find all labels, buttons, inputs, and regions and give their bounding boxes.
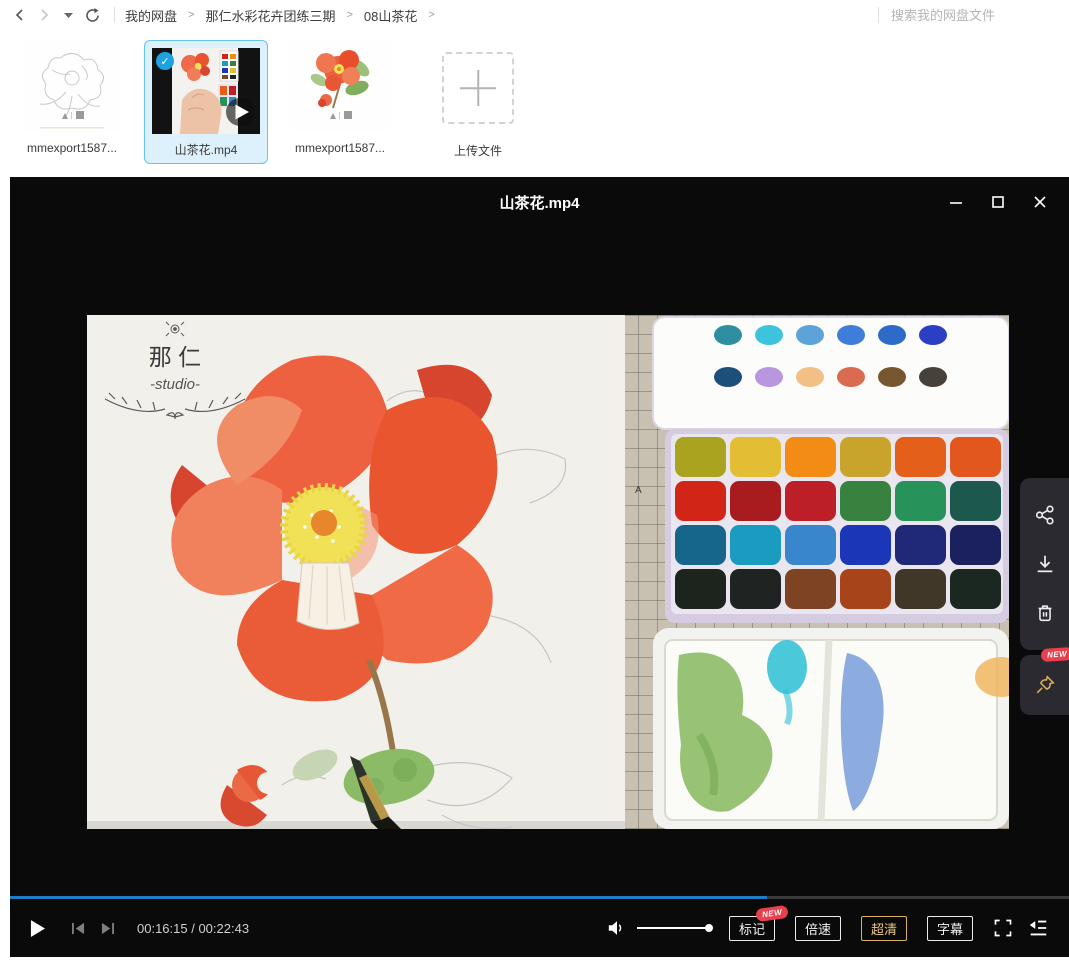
share-icon xyxy=(1034,504,1056,526)
mixing-tray xyxy=(653,628,1009,829)
file-item-sketch-image[interactable]: mmexport1587... xyxy=(12,40,132,155)
top-toolbar: 我的网盘 > 那仁水彩花卉团练三期 > 08山茶花 > xyxy=(0,0,1069,30)
subtitle-button[interactable]: 字幕 xyxy=(927,916,973,941)
svg-text:-studio-: -studio- xyxy=(150,376,200,393)
volume-slider[interactable] xyxy=(637,927,709,929)
netdisk-app-window: 我的网盘 > 那仁水彩花卉团练三期 > 08山茶花 > xyxy=(0,0,1069,974)
previous-button[interactable] xyxy=(71,922,86,935)
volume-slider-handle[interactable] xyxy=(705,924,713,932)
next-icon xyxy=(100,922,115,935)
download-icon xyxy=(1034,553,1056,575)
next-button[interactable] xyxy=(100,922,115,935)
upload-label: 上传文件 xyxy=(454,142,502,159)
close-button[interactable] xyxy=(1027,190,1053,214)
play-button[interactable] xyxy=(30,920,45,937)
side-tool-panel xyxy=(1020,478,1069,650)
volume-button[interactable] xyxy=(607,919,627,937)
speed-button[interactable]: 倍速 xyxy=(795,916,841,941)
search-input[interactable] xyxy=(889,7,1043,24)
playlist-icon xyxy=(1027,917,1049,939)
fullscreen-icon xyxy=(993,918,1013,938)
upload-file-button[interactable]: 上传文件 xyxy=(418,40,538,159)
share-button[interactable] xyxy=(1033,503,1057,527)
minimize-icon xyxy=(949,195,963,209)
volume-control xyxy=(607,919,709,937)
sketch-thumbnail-image xyxy=(22,40,122,132)
file-item-video-selected[interactable]: ✓ 山茶花.mp4 xyxy=(144,40,268,164)
file-item-color-image[interactable]: mmexport1587... xyxy=(280,40,400,155)
search-divider xyxy=(878,7,879,23)
player-title: 山茶花.mp4 xyxy=(10,177,1069,227)
pin-icon xyxy=(1034,674,1056,696)
refresh-button[interactable] xyxy=(80,3,104,27)
breadcrumb-separator: > xyxy=(346,9,352,21)
search-box xyxy=(868,7,1069,24)
mark-label: 标记 xyxy=(739,922,765,937)
breadcrumb-separator: > xyxy=(428,9,434,21)
pin-new-badge: NEW xyxy=(1040,647,1069,662)
refresh-icon xyxy=(85,8,100,23)
palette-lid xyxy=(653,317,1009,429)
caret-down-icon xyxy=(64,11,73,19)
file-name: mmexport1587... xyxy=(295,141,385,155)
paint-palette xyxy=(665,429,1009,623)
mark-new-badge: NEW xyxy=(755,904,789,921)
pin-button[interactable] xyxy=(1033,673,1057,697)
painting-thumbnail-image xyxy=(290,40,390,132)
breadcrumb: 我的网盘 > 那仁水彩花卉团练三期 > 08山茶花 > xyxy=(125,6,446,25)
close-icon xyxy=(1033,195,1047,209)
quality-button[interactable]: 超清 xyxy=(861,916,907,941)
play-overlay-icon xyxy=(226,98,254,126)
file-name: mmexport1587... xyxy=(27,141,117,155)
back-button[interactable] xyxy=(8,3,32,27)
play-icon xyxy=(30,920,45,937)
chevron-left-icon xyxy=(14,9,26,21)
video-canvas[interactable]: 那 仁 -studio- xyxy=(87,315,1009,829)
fullscreen-button[interactable] xyxy=(993,918,1013,938)
plus-icon xyxy=(442,52,514,124)
maximize-button[interactable] xyxy=(985,190,1011,214)
chevron-right-icon xyxy=(38,9,50,21)
mark-button[interactable]: 标记 NEW xyxy=(729,916,775,941)
previous-icon xyxy=(71,922,86,935)
svg-text:那 仁: 那 仁 xyxy=(149,344,201,370)
paper-mark: A xyxy=(635,485,642,496)
minimize-button[interactable] xyxy=(943,190,969,214)
volume-icon xyxy=(607,919,627,937)
file-grid: mmexport1587... xyxy=(12,40,538,164)
file-name: 山茶花.mp4 xyxy=(175,141,238,158)
delete-button[interactable] xyxy=(1033,601,1057,625)
subtitle-label: 字幕 xyxy=(937,922,963,937)
player-controls: 00:16:15 / 00:22:43 标记 NEW 倍速 xyxy=(10,899,1069,957)
breadcrumb-current[interactable]: 08山茶花 xyxy=(364,6,417,25)
pin-tool-panel: NEW xyxy=(1020,655,1069,715)
toolbar-divider xyxy=(114,7,115,23)
history-dropdown[interactable] xyxy=(56,3,80,27)
download-button[interactable] xyxy=(1033,552,1057,576)
selected-check-icon[interactable]: ✓ xyxy=(156,52,174,70)
speed-label: 倍速 xyxy=(805,922,831,937)
window-controls xyxy=(943,190,1053,214)
playlist-button[interactable] xyxy=(1027,917,1049,939)
quality-label: 超清 xyxy=(871,922,897,937)
video-player-window: 山茶花.mp4 xyxy=(10,177,1069,957)
breadcrumb-folder[interactable]: 那仁水彩花卉团练三期 xyxy=(205,6,335,25)
breadcrumb-separator: > xyxy=(188,9,194,21)
maximize-icon xyxy=(991,195,1005,209)
trash-icon xyxy=(1034,602,1056,624)
time-display: 00:16:15 / 00:22:43 xyxy=(137,921,249,936)
breadcrumb-root[interactable]: 我的网盘 xyxy=(125,6,177,25)
forward-button[interactable] xyxy=(32,3,56,27)
